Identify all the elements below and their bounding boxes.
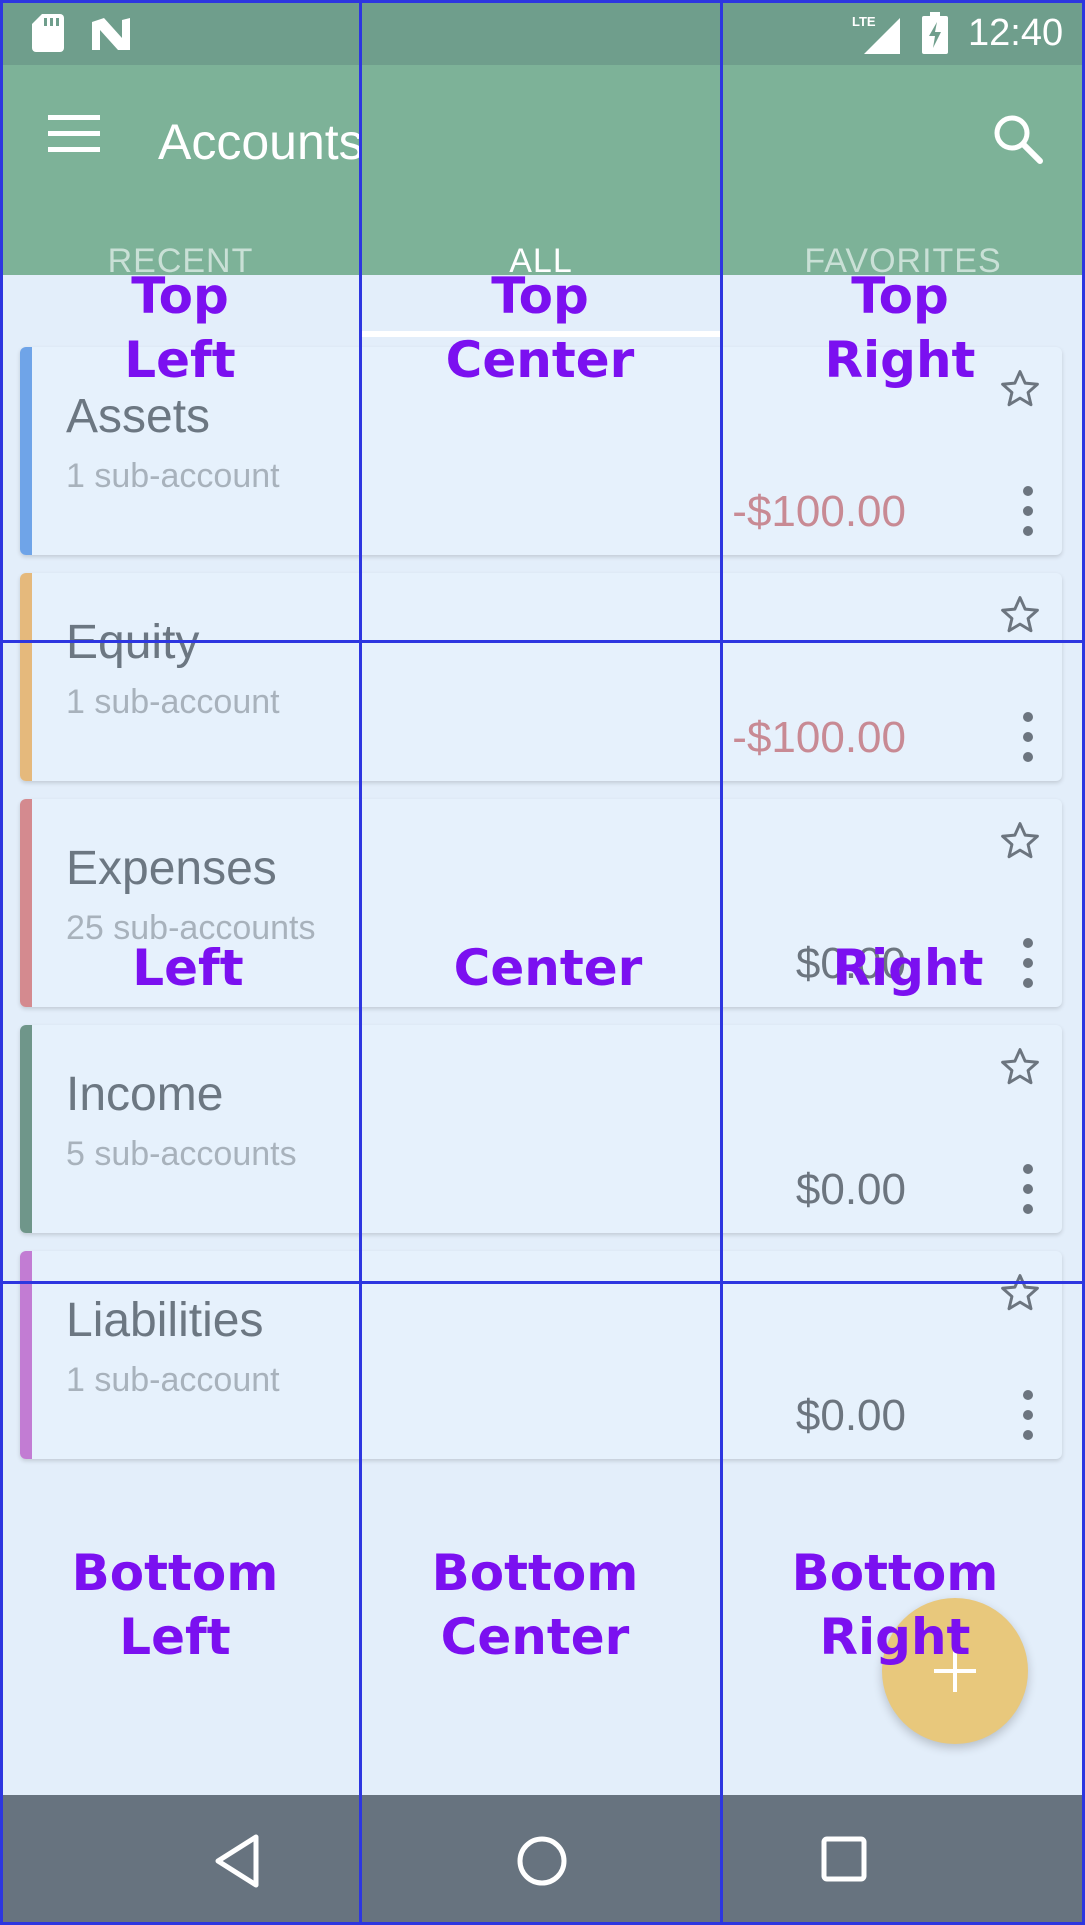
account-balance: -$100.00: [732, 487, 906, 536]
battery-charging-icon: [922, 12, 948, 54]
account-subaccounts: 1 sub-account: [66, 457, 280, 495]
navigation-bar: [0, 1795, 1085, 1925]
lte-signal-icon: LTE: [852, 14, 900, 54]
more-vert-icon[interactable]: [1008, 709, 1048, 765]
account-name: Expenses: [66, 842, 277, 895]
more-vert-icon[interactable]: [1008, 1161, 1048, 1217]
account-subaccounts: 5 sub-accounts: [66, 1135, 297, 1173]
grid-label-center: Center: [453, 939, 643, 997]
grid-label-bottom-center: Bottom Center: [431, 1544, 639, 1666]
star-outline-icon[interactable]: [998, 1271, 1042, 1315]
account-card-income[interactable]: Income 5 sub-accounts $0.00: [20, 1025, 1062, 1233]
more-vert-icon[interactable]: [1008, 1387, 1048, 1443]
page-title: Accounts: [158, 114, 364, 170]
home-icon[interactable]: [514, 1833, 570, 1889]
account-subaccounts: 1 sub-account: [66, 683, 280, 721]
account-color-bar: [20, 573, 32, 781]
star-outline-icon[interactable]: [998, 819, 1042, 863]
account-color-bar: [20, 799, 32, 1007]
grid-line: [0, 1281, 1085, 1284]
status-bar: LTE 12:40: [0, 0, 1085, 65]
account-balance: $0.00: [795, 1391, 906, 1440]
back-icon[interactable]: [212, 1833, 262, 1889]
star-outline-icon[interactable]: [998, 593, 1042, 637]
grid-line: [359, 0, 362, 1925]
grid-label-bottom-left: Bottom Left: [71, 1544, 279, 1666]
svg-text:LTE: LTE: [852, 14, 876, 29]
sd-card-icon: [32, 14, 64, 52]
grid-line: [0, 0, 1085, 3]
grid-label-right: Right: [832, 939, 984, 997]
grid-label-bottom-right: Bottom Right: [791, 1544, 999, 1666]
account-color-bar: [20, 1025, 32, 1233]
grid-line: [0, 0, 3, 1925]
account-name: Income: [66, 1068, 224, 1121]
star-outline-icon[interactable]: [998, 1045, 1042, 1089]
account-color-bar: [20, 347, 32, 555]
more-vert-icon[interactable]: [1008, 483, 1048, 539]
clock: 12:40: [968, 12, 1064, 54]
grid-label-top-center: Top Center: [445, 267, 635, 389]
account-name: Assets: [66, 390, 211, 443]
grid-line: [720, 0, 723, 1925]
grid-label-top-right: Top Right: [824, 267, 976, 389]
grid-line: [0, 640, 1085, 643]
account-name: Liabilities: [66, 1294, 264, 1347]
account-subaccounts: 1 sub-account: [66, 1361, 280, 1399]
account-card-equity[interactable]: Equity 1 sub-account -$100.00: [20, 573, 1062, 781]
recents-icon[interactable]: [820, 1835, 868, 1883]
grid-label-top-left: Top Left: [124, 267, 236, 389]
account-balance: -$100.00: [732, 713, 906, 762]
menu-icon[interactable]: [38, 111, 110, 155]
grid-label-left: Left: [132, 939, 244, 997]
search-icon[interactable]: [990, 111, 1046, 167]
n-logo-icon: [92, 18, 130, 50]
account-balance: $0.00: [795, 1165, 906, 1214]
